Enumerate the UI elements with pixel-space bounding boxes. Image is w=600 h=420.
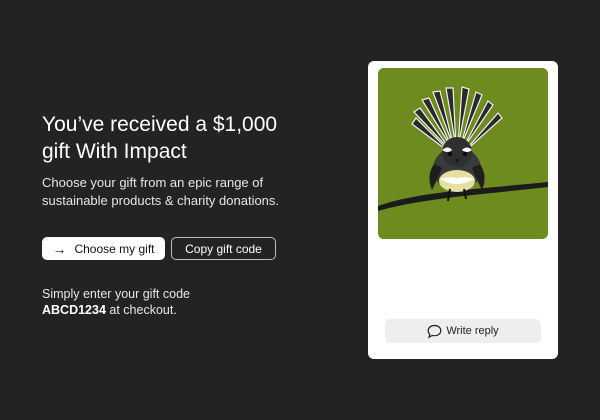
page-title: You’ve received a $1,000 gift With Impac… bbox=[42, 111, 332, 165]
arrow-right-icon: → bbox=[52, 240, 67, 257]
fantail-bird-image bbox=[378, 68, 548, 239]
speech-bubble-icon bbox=[427, 324, 442, 339]
instructions-line-2: at checkout. bbox=[105, 303, 177, 317]
instructions-line-1: Simply enter your gift code bbox=[42, 287, 190, 301]
subtitle-line-2: sustainable products & charity donations… bbox=[42, 193, 280, 208]
subtitle-line-1: Choose your gift from an epic range of bbox=[42, 175, 264, 190]
subtitle: Choose your gift from an epic range of s… bbox=[42, 174, 332, 210]
choose-gift-label: Choose my gift bbox=[74, 241, 155, 256]
choose-gift-button[interactable]: → Choose my gift bbox=[42, 237, 165, 260]
gift-card-preview: Write reply bbox=[368, 61, 558, 359]
write-reply-button[interactable]: Write reply bbox=[385, 319, 541, 343]
gift-code-instructions: Simply enter your gift code ABCD1234 at … bbox=[42, 286, 332, 318]
headline-line-1: You’ve received a $1,000 bbox=[42, 113, 278, 136]
copy-gift-code-button[interactable]: Copy gift code bbox=[171, 237, 276, 260]
fantail-bird-illustration bbox=[378, 68, 548, 239]
gift-message-panel: You’ve received a $1,000 gift With Impac… bbox=[42, 111, 332, 318]
gift-code: ABCD1234 bbox=[42, 303, 106, 317]
write-reply-label: Write reply bbox=[446, 325, 499, 337]
action-buttons: → Choose my gift Copy gift code bbox=[42, 237, 332, 260]
headline-line-2: gift With Impact bbox=[42, 140, 187, 163]
copy-gift-code-label: Copy gift code bbox=[185, 241, 262, 256]
